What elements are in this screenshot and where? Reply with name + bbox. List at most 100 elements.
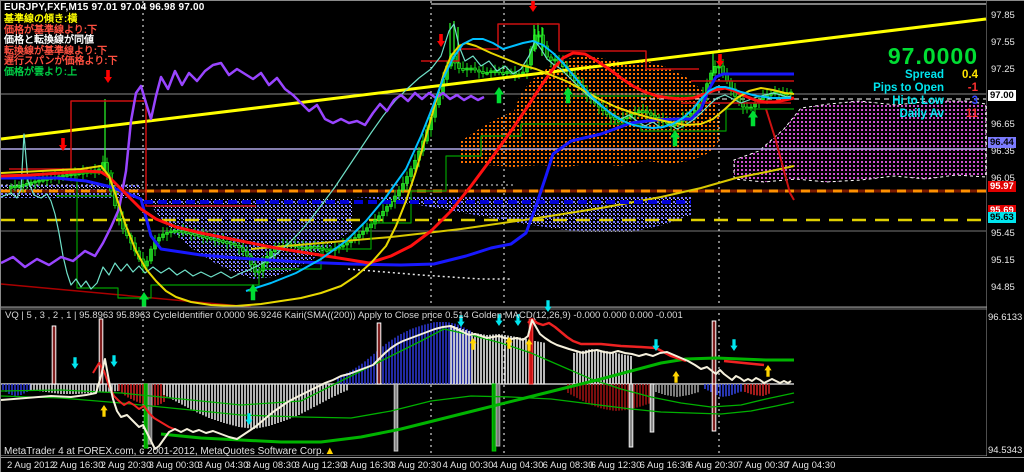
candle-body <box>490 71 493 73</box>
candle-body <box>226 242 229 244</box>
candle-body <box>482 72 485 74</box>
time-tick-label[interactable]: 4 Aug 04:30 <box>493 460 544 471</box>
candle-body <box>346 243 349 245</box>
time-tick-label[interactable]: 7 Aug 00:30 <box>738 460 789 471</box>
quote-panel: 97.0000 Spread0.4Pips to Open-1Hi to Low… <box>873 43 978 121</box>
candle-body <box>186 232 189 234</box>
time-tick-label[interactable]: 3 Aug 12:30 <box>295 460 346 471</box>
red-signal <box>724 361 764 365</box>
candle-body <box>270 252 273 257</box>
quote-row-label: Pips to Open <box>873 82 944 95</box>
candle-body <box>210 238 213 240</box>
mt4-chart-window: EURJPY,FXF,M15 97.01 97.04 96.98 97.00 基… <box>0 0 1024 472</box>
candle-body <box>722 66 725 73</box>
candle-body <box>522 72 525 74</box>
candle-body <box>506 72 509 74</box>
quote-row-value: 3 <box>944 95 978 108</box>
candle-body <box>146 261 149 266</box>
candle-body <box>262 263 265 271</box>
quote-row-label: Daily Av <box>899 108 944 121</box>
arrow-down-icon <box>437 34 445 47</box>
time-tick-label[interactable]: 3 Aug 04:30 <box>198 460 249 471</box>
candle-body <box>406 177 409 184</box>
time-tick-label[interactable]: 6 Aug 16:30 <box>640 460 691 471</box>
price-marker-badge: 95.63 <box>988 212 1016 223</box>
candle-body <box>478 70 481 72</box>
candle-body <box>182 231 185 233</box>
ichimoku-status-line-3: 転換線が基準線より:下 <box>4 46 118 57</box>
candle-body <box>382 211 385 216</box>
candle-body <box>410 169 413 177</box>
candle-body <box>246 251 249 256</box>
candle-body <box>238 245 241 248</box>
candle-body <box>310 246 313 248</box>
chikou-dots <box>348 269 511 279</box>
candle-body <box>234 244 237 246</box>
candle-body <box>494 71 497 73</box>
candle-body <box>174 230 177 232</box>
arrow-up-icon <box>764 365 771 377</box>
price-tick: 97.85 <box>991 10 1015 21</box>
arrow-down-icon <box>529 1 537 12</box>
candle-body <box>386 207 389 212</box>
arrow-down-icon <box>71 357 78 369</box>
arrow-down-icon <box>110 355 117 367</box>
price-axis[interactable]: 97.8597.5597.2596.6596.3596.0595.4595.15… <box>987 1 1024 456</box>
time-tick-label[interactable]: 2 Aug 16:30 <box>53 460 104 471</box>
indicator-spike <box>394 384 398 451</box>
time-tick-label[interactable]: 7 Aug 04:30 <box>785 460 836 471</box>
time-tick-label[interactable]: 3 Aug 16:30 <box>343 460 394 471</box>
candle-body <box>178 230 181 232</box>
candle-body <box>358 235 361 238</box>
candle-body <box>342 245 345 247</box>
indicator-spike <box>377 323 381 384</box>
candle-body <box>714 66 717 73</box>
candle-body <box>402 184 405 191</box>
candle-body <box>646 111 649 113</box>
candle-body <box>554 59 557 61</box>
indicator-spike <box>496 384 500 446</box>
candle-body <box>162 234 165 238</box>
time-tick-label[interactable]: 2 Aug 20:30 <box>101 460 152 471</box>
time-tick-label[interactable]: 4 Aug 00:30 <box>443 460 494 471</box>
candle-body <box>166 232 169 234</box>
indicator-axis-value: 94.5343 <box>988 445 1022 456</box>
main-chart-svg[interactable] <box>1 1 1024 456</box>
quote-row: Hi to Low3 <box>873 95 978 108</box>
quote-row-label: Spread <box>905 69 944 82</box>
time-tick-label[interactable]: 3 Aug 00:30 <box>149 460 200 471</box>
candle-body <box>190 233 193 235</box>
candle-body <box>158 238 161 242</box>
quote-row: Spread0.4 <box>873 69 978 82</box>
candle-body <box>486 72 489 74</box>
candle-body <box>366 228 369 232</box>
candle-body <box>202 236 205 238</box>
time-tick-label[interactable]: 2 Aug 2012 <box>7 460 55 471</box>
candle-body <box>638 111 641 113</box>
candle-body <box>26 183 29 185</box>
candle-body <box>642 111 645 113</box>
price-tick: 96.65 <box>991 119 1015 130</box>
candle-body <box>654 115 657 118</box>
candle-body <box>150 249 153 261</box>
time-tick-label[interactable]: 6 Aug 20:30 <box>688 460 739 471</box>
candle-body <box>214 239 217 241</box>
ichimoku-status-line-0: 基準線の傾き:横 <box>4 14 118 25</box>
price-tick: 95.15 <box>991 255 1015 266</box>
candle-body <box>326 249 329 251</box>
time-tick-label[interactable]: 3 Aug 20:30 <box>391 460 442 471</box>
candle-body <box>318 247 321 249</box>
candle-body <box>62 175 65 177</box>
candle-body <box>38 180 41 182</box>
candle-body <box>222 241 225 243</box>
current-price: 97.0000 <box>873 43 978 69</box>
candle-body <box>170 231 173 233</box>
time-tick-label[interactable]: 6 Aug 12:30 <box>591 460 642 471</box>
symbol-ohlc-readout: EURJPY,FXF,M15 97.01 97.04 96.98 97.00 <box>4 2 205 14</box>
time-axis[interactable]: 2 Aug 20122 Aug 16:302 Aug 20:303 Aug 00… <box>1 457 1024 472</box>
time-tick-label[interactable]: 3 Aug 08:30 <box>246 460 297 471</box>
ichimoku-status-panel: 基準線の傾き:横価格が基準線より:下価格と転換線が同値転換線が基準線より:下遅行… <box>4 14 118 77</box>
time-tick-label[interactable]: 6 Aug 08:30 <box>543 460 594 471</box>
arrow-up-icon <box>672 371 679 383</box>
quote-row-value: 0.4 <box>944 69 978 82</box>
